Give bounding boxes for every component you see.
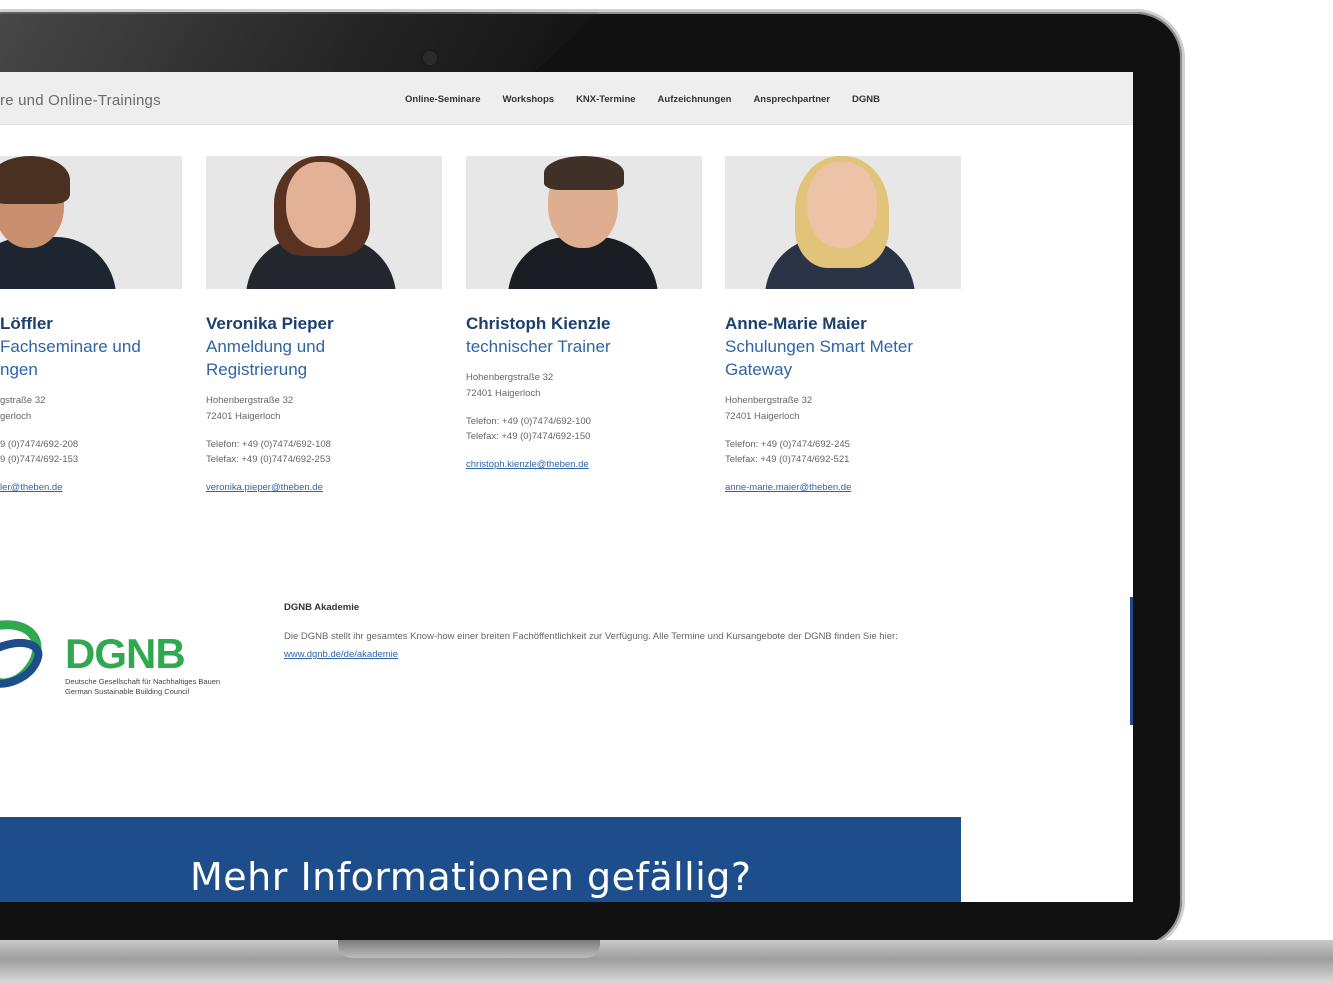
nav-aufzeichnungen[interactable]: Aufzeichnungen [658, 94, 732, 105]
dgnb-akademie-text: Die DGNB stellt ihr gesamtes Know-how ei… [284, 631, 898, 660]
contact-photo [466, 156, 702, 289]
nav-dgnb[interactable]: DGNB [852, 94, 880, 105]
contact-email-link[interactable]: christoph.kienzle@theben.de [466, 459, 702, 470]
nav-knx-termine[interactable]: KNX-Termine [576, 94, 635, 105]
laptop-base-notch [338, 940, 600, 958]
contact-card: Anne-Marie Maier Schulungen Smart Meter … [725, 156, 961, 493]
contact-email-link[interactable]: veronika.pieper@theben.de [206, 482, 442, 493]
contact-photo [725, 156, 961, 289]
browser-viewport[interactable]: re und Online-Trainings Online-Seminare … [0, 72, 1133, 902]
contact-phones: Telefon: +49 (0)7474/692-245 Telefax: +4… [725, 439, 850, 465]
contact-address: Hohenbergstraße 32 72401 Haigerloch [725, 395, 813, 422]
contact-phones: 9 (0)7474/692-208 9 (0)7474/692-153 [0, 439, 79, 465]
contact-phones: Telefon: +49 (0)7474/692-108 Telefax: +4… [206, 439, 331, 465]
contact-name: Löffler [0, 314, 53, 333]
info-banner: Mehr Informationen gefällig? [0, 817, 961, 902]
dgnb-akademie-title: DGNB Akademie [284, 602, 360, 613]
site-header: re und Online-Trainings Online-Seminare … [0, 72, 1133, 125]
contact-address: Hohenbergstraße 32 72401 Haigerloch [466, 372, 554, 399]
contact-card: Christoph Kienzle technischer Trainer Ho… [466, 156, 702, 470]
contact-role: Fachseminare und ngen [0, 337, 141, 379]
site-title[interactable]: re und Online-Trainings [0, 92, 161, 109]
contact-phones: Telefon: +49 (0)7474/692-100 Telefax: +4… [466, 416, 591, 442]
nav-ansprechpartner[interactable]: Ansprechpartner [753, 94, 830, 105]
contact-photo [0, 156, 182, 289]
contact-address: Hohenbergstraße 32 72401 Haigerloch [206, 395, 294, 422]
contact-card: Löffler Fachseminare und ngen gstraße 32… [0, 156, 182, 493]
nav-online-seminare[interactable]: Online-Seminare [405, 94, 481, 105]
laptop-base [0, 940, 1333, 983]
dgnb-logo-text: DGNB [65, 630, 186, 677]
contact-address: gstraße 32 gerloch [0, 395, 46, 422]
side-accent [1130, 597, 1133, 725]
main-nav: Online-Seminare Workshops KNX-Termine Au… [405, 94, 880, 105]
banner-heading: Mehr Informationen gefällig? [190, 855, 752, 899]
contact-name: Christoph Kienzle [466, 314, 611, 333]
contact-role: technischer Trainer [466, 337, 611, 356]
dgnb-akademie-link[interactable]: www.dgnb.de/de/akademie [284, 649, 398, 660]
camera-icon [423, 51, 437, 65]
contact-role: Schulungen Smart Meter Gateway [725, 337, 914, 379]
contact-email-link[interactable]: anne-marie.maier@theben.de [725, 482, 961, 493]
contact-name: Anne-Marie Maier [725, 314, 867, 333]
dgnb-logo-subtitle: Deutsche Gesellschaft für Nachhaltiges B… [65, 677, 221, 696]
contact-role: Anmeldung und Registrierung [206, 337, 326, 379]
contact-email-link[interactable]: ler@theben.de [0, 482, 182, 493]
contact-card: Veronika Pieper Anmeldung und Registrier… [206, 156, 442, 493]
contact-photo [206, 156, 442, 289]
nav-workshops[interactable]: Workshops [503, 94, 555, 105]
contact-name: Veronika Pieper [206, 314, 334, 333]
